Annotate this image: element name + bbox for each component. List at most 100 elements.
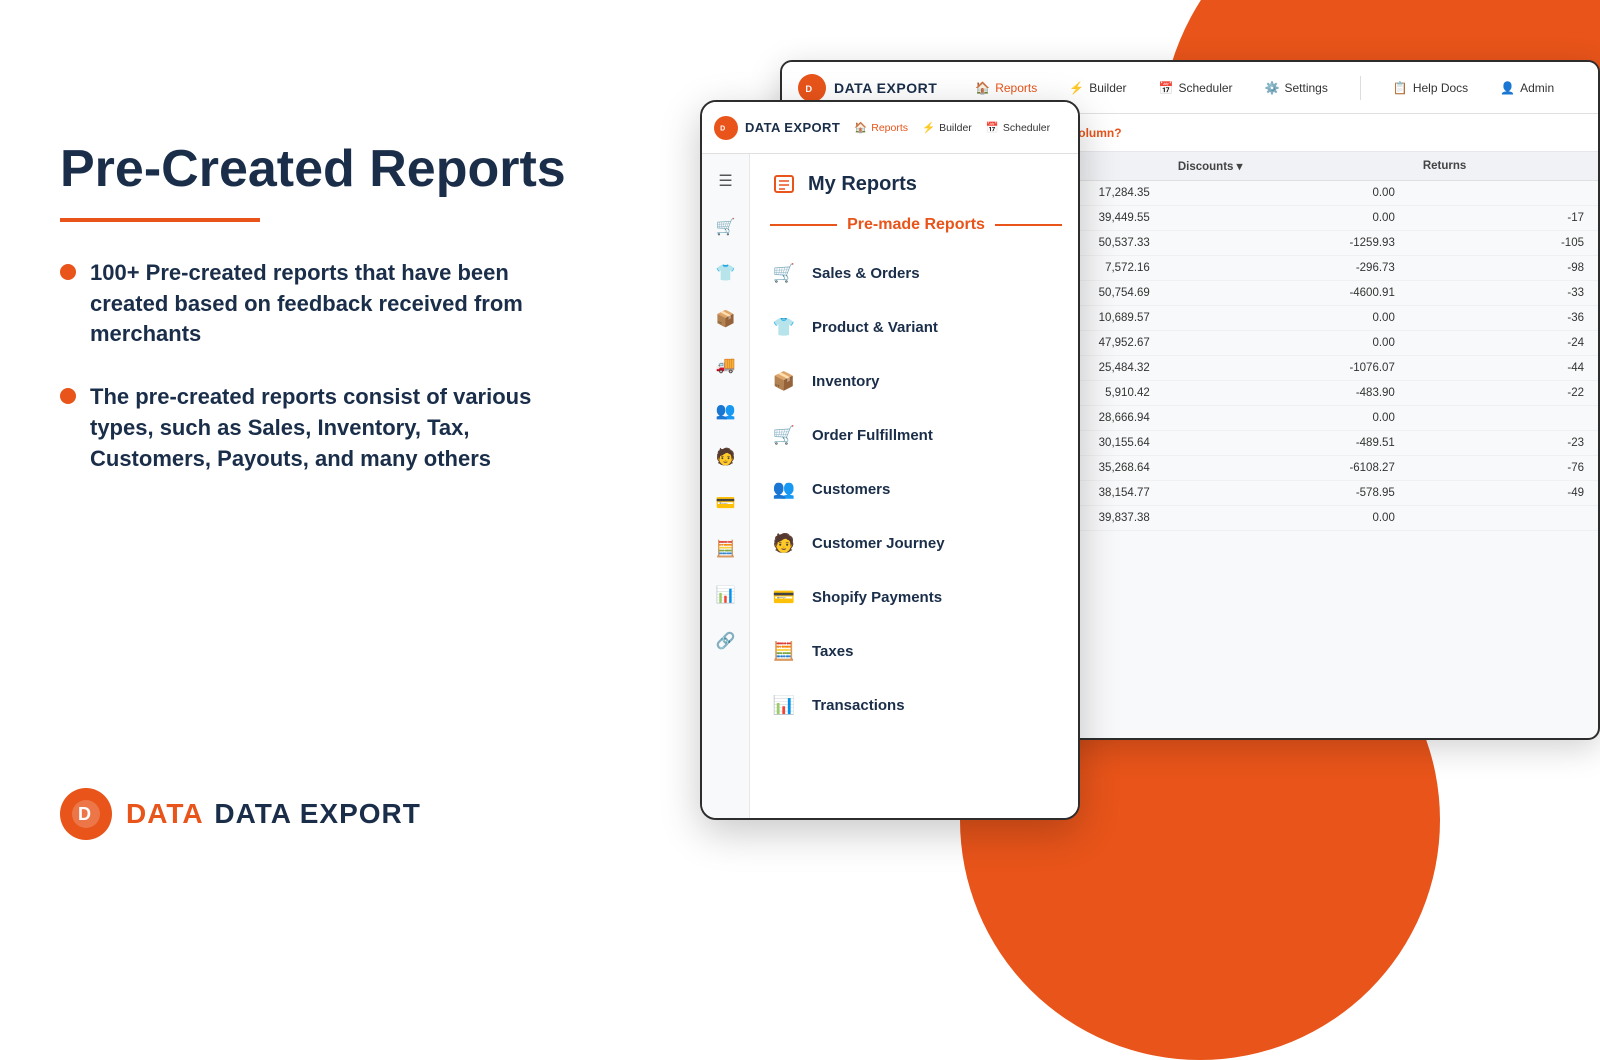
menu-item-cart[interactable]: 🛒 Sales & Orders [750,246,1080,300]
premade-line-right [995,224,1062,226]
menu-icon-transactions: 📊 [770,691,798,719]
cell-returns: -33 [1409,281,1598,306]
scheduler-icon: 📅 [1159,81,1174,95]
dropdown-header: My Reports [750,154,1080,208]
helpdocs-icon: 📋 [1393,81,1408,95]
menu-item-shirt[interactable]: 👕 Product & Variant [750,300,1080,354]
nav-item-builder[interactable]: ⚡ Builder [1063,77,1132,99]
nav-item-helpdocs[interactable]: 📋 Help Docs [1387,77,1474,99]
cell-returns [1409,406,1598,431]
bullet-text-1: 100+ Pre-created reports that have been … [90,258,580,350]
menu-item-payments[interactable]: 💳 Shopify Payments [750,570,1080,624]
menu-icon-cart: 🛒 [770,259,798,287]
sidebar-icon-hamburger[interactable]: ☰ [711,166,741,196]
menu-items-container: 🛒 Sales & Orders 👕 Product & Variant 📦 I… [750,246,1080,732]
sidebar-icon-shirt[interactable]: 👕 [711,258,741,288]
bullet-dot-2 [60,388,76,404]
cell-discounts: -6108.27 [1164,456,1409,481]
cell-discounts: -296.73 [1164,256,1409,281]
menu-item-taxes[interactable]: 🧮 Taxes [750,624,1080,678]
fg-screenshot: D DATA EXPORT 🏠 Reports ⚡ Builder 📅 Sche… [700,100,1080,820]
left-content: Pre-Created Reports 100+ Pre-created rep… [60,140,580,507]
bottom-logo: D DATA DATA EXPORT [60,788,421,840]
cell-discounts: 0.00 [1164,181,1409,206]
fg-nav-reports[interactable]: 🏠 Reports [854,121,908,134]
svg-text:D: D [805,84,812,94]
fg-brand-text: DATA EXPORT [745,120,840,135]
cell-discounts: 0.00 [1164,206,1409,231]
fg-nav-brand: D DATA EXPORT [714,116,840,140]
nav-item-admin[interactable]: 👤 Admin [1494,77,1560,99]
svg-text:D: D [78,804,91,824]
menu-label-shirt: Product & Variant [812,319,938,336]
sidebar-icon-box[interactable]: 📦 [711,304,741,334]
col-header-discounts[interactable]: Discounts ▾ [1164,152,1409,181]
fg-navbar: D DATA EXPORT 🏠 Reports ⚡ Builder 📅 Sche… [702,102,1078,154]
cell-returns: -44 [1409,356,1598,381]
cell-returns: -17 [1409,206,1598,231]
fg-nav-scheduler[interactable]: 📅 Scheduler [986,121,1050,134]
menu-item-transactions[interactable]: 📊 Transactions [750,678,1080,732]
nav-item-reports[interactable]: 🏠 Reports [969,77,1043,99]
reports-icon: 🏠 [975,81,990,95]
cell-returns: -23 [1409,431,1598,456]
menu-item-fulfillment[interactable]: 🛒 Order Fulfillment [750,408,1080,462]
menu-item-journey[interactable]: 🧑 Customer Journey [750,516,1080,570]
admin-icon: 👤 [1500,81,1515,95]
menu-label-journey: Customer Journey [812,535,945,552]
dropdown-menu: My Reports Pre-made Reports 🛒 Sales & Or… [750,154,1080,818]
menu-item-customers[interactable]: 👥 Customers [750,462,1080,516]
sidebar-icon-cart[interactable]: 🛒 [711,212,741,242]
nav-brand-icon: D [798,74,826,102]
menu-icon-fulfillment: 🛒 [770,421,798,449]
cell-discounts: 0.00 [1164,331,1409,356]
builder-icon: ⚡ [1069,81,1084,95]
cell-discounts: 0.00 [1164,406,1409,431]
cell-returns: -49 [1409,481,1598,506]
menu-label-inventory: Inventory [812,373,880,390]
my-reports-label: My Reports [808,173,917,196]
menu-label-cart: Sales & Orders [812,265,920,282]
menu-item-inventory[interactable]: 📦 Inventory [750,354,1080,408]
nav-item-settings[interactable]: ⚙️ Settings [1259,77,1334,99]
bullet-dot-1 [60,264,76,280]
nav-item-scheduler[interactable]: 📅 Scheduler [1153,77,1239,99]
cell-returns: -36 [1409,306,1598,331]
col-header-returns: Returns [1409,152,1598,181]
dropdown-header-icon [770,170,798,198]
nav-separator [1360,76,1361,100]
menu-icon-customers: 👥 [770,475,798,503]
sidebar-icon-payment[interactable]: 💳 [711,488,741,518]
settings-icon: ⚙️ [1265,81,1280,95]
sidebar-icon-truck[interactable]: 🚚 [711,350,741,380]
cell-returns: -22 [1409,381,1598,406]
sidebar-icon-person[interactable]: 🧑 [711,442,741,472]
sidebar-icon-chart[interactable]: 📊 [711,580,741,610]
fg-sidebar: ☰ 🛒 👕 📦 🚚 👥 🧑 💳 🧮 📊 🔗 [702,154,750,818]
screenshots-area: D DATA EXPORT 🏠 Reports ⚡ Builder 📅 Sche… [700,40,1600,860]
title-underline [60,218,260,222]
cell-discounts: -483.90 [1164,381,1409,406]
svg-text:D: D [720,125,725,132]
cell-returns: -98 [1409,256,1598,281]
page-title: Pre-Created Reports [60,140,580,200]
premade-text: Pre-made Reports [847,216,985,234]
sidebar-icon-calc[interactable]: 🧮 [711,534,741,564]
menu-icon-payments: 💳 [770,583,798,611]
nav-brand: D DATA EXPORT [798,74,937,102]
bullet-item-1: 100+ Pre-created reports that have been … [60,258,580,350]
cell-discounts: -4600.91 [1164,281,1409,306]
fg-builder-icon: ⚡ [922,121,935,134]
fg-reports-icon: 🏠 [854,121,867,134]
cell-returns [1409,181,1598,206]
bullet-item-2: The pre-created reports consist of vario… [60,382,580,474]
fg-nav-builder[interactable]: ⚡ Builder [922,121,972,134]
menu-label-fulfillment: Order Fulfillment [812,427,933,444]
sidebar-icon-network[interactable]: 🔗 [711,626,741,656]
cell-returns [1409,506,1598,531]
sidebar-icon-people[interactable]: 👥 [711,396,741,426]
cell-returns: -76 [1409,456,1598,481]
cell-discounts: -489.51 [1164,431,1409,456]
nav-brand-text: DATA EXPORT [834,80,937,96]
fg-nav-brand-icon: D [714,116,738,140]
